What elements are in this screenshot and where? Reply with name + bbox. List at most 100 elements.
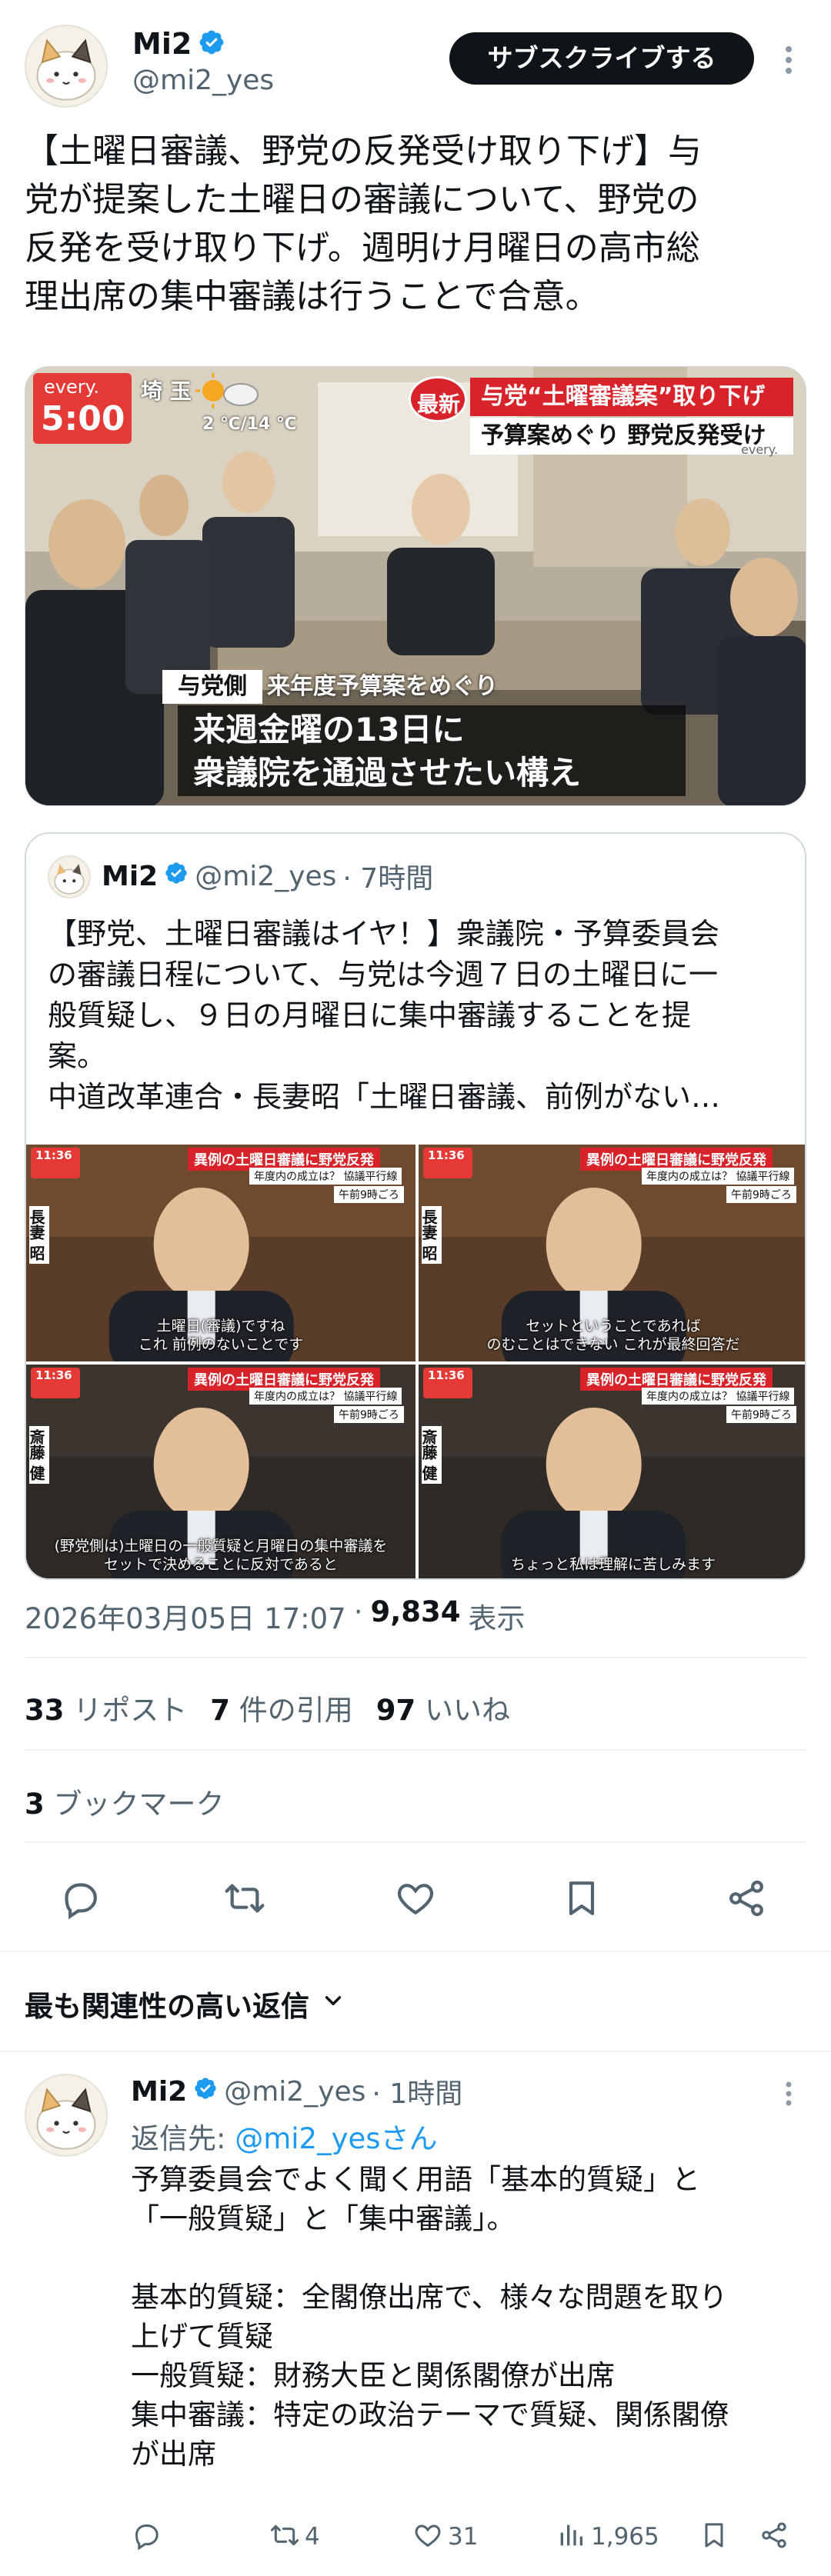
reply-timestamp[interactable]: · 1時間 [372, 2071, 462, 2111]
more-dots-icon[interactable] [777, 2078, 800, 2109]
channel-logo-text: every. [44, 376, 100, 398]
like-icon[interactable] [394, 1877, 437, 1923]
caption-main: 来週金曜の13日に 衆議院を通過させたい構え [178, 705, 686, 796]
frame-subbanner: 年度内の成立は？ 協議平行線 [642, 1388, 795, 1405]
tweet-meta: 2026年03月05日 17:07 · 9,834 表示 [25, 1595, 526, 1637]
tweet-media-image[interactable]: every. 5:00 埼 玉 2 ℃/14 ℃ 最新 与党“土曜審議案”取り下… [25, 366, 806, 806]
frame-time-badge: 11:36 [423, 1148, 472, 1178]
reply-repost-button[interactable]: 4 [269, 2520, 320, 2554]
more-dots-icon[interactable] [777, 37, 800, 83]
reply-icon[interactable] [131, 2520, 162, 2554]
reply-author-handle[interactable]: @mi2_yes [224, 2076, 365, 2108]
breaking-badge: 最新 [409, 376, 467, 422]
frame-speaker-name: 長妻 昭 [419, 1206, 442, 1264]
like-stat[interactable]: 97 いいね [376, 1687, 510, 1728]
caption-subheading: 来年度予算案をめぐり [267, 673, 498, 700]
author-name[interactable]: Mi2 [132, 27, 192, 61]
repost-icon [269, 2520, 300, 2554]
quote-author-avatar[interactable] [48, 855, 91, 898]
reply-to-prefix: 返信先: [131, 2122, 235, 2155]
quote-media-frame[interactable]: 11:36 異例の土曜日審議に野党反発 年度内の成立は？ 協議平行線 午前9時ご… [26, 1145, 416, 1361]
frame-subbanner: 年度内の成立は？ 協議平行線 [642, 1168, 795, 1185]
reply-views-button[interactable]: 1,965 [556, 2520, 659, 2554]
reply-like-button[interactable]: 31 [412, 2520, 478, 2554]
reply-to-handle[interactable]: @mi2_yesさん [235, 2122, 437, 2155]
quote-author-name[interactable]: Mi2 [102, 861, 158, 892]
quote-text: 【野党、土曜日審議はイヤ！】衆議院・予算委員会 の審議日程について、与党は今週７… [48, 917, 721, 1114]
broadcast-time: 5:00 [41, 399, 125, 438]
meta-separator: · [353, 1595, 363, 1628]
frame-subbanner: 年度内の成立は？ 協議平行線 [249, 1168, 402, 1185]
frame-speaker-name: 長妻 昭 [27, 1206, 49, 1264]
view-count: 9,834 [370, 1595, 461, 1628]
divider [0, 2051, 831, 2052]
caption-line-1: 来週金曜の13日に [193, 711, 465, 748]
frame-time: 11:36 [35, 1148, 72, 1162]
quote-count: 7 [210, 1694, 231, 1727]
frame-clock: 午前9時ごろ [334, 1406, 404, 1423]
repost-icon[interactable] [223, 1877, 266, 1923]
frame-subtitle: 土曜日(審議)ですね これ 前例のないことです [138, 1318, 304, 1353]
caption-line-2: 衆議院を通過させたい構え [193, 754, 582, 791]
author-avatar[interactable] [25, 25, 108, 108]
divider [25, 1841, 806, 1843]
reply-view-count: 1,965 [591, 2523, 659, 2551]
frame-time: 11:36 [428, 1148, 465, 1162]
reply-repost-count: 4 [305, 2523, 320, 2551]
quote-stat[interactable]: 7 件の引用 [210, 1687, 353, 1728]
author-handle[interactable]: @mi2_yes [132, 65, 274, 96]
quote-header: Mi2 @mi2_yes · 7時間 [102, 857, 433, 895]
frame-subbanner: 年度内の成立は？ 協議平行線 [249, 1388, 402, 1405]
frame-speaker-name: 斎藤 健 [27, 1426, 49, 1484]
quote-label: 件の引用 [239, 1694, 353, 1727]
quote-timestamp[interactable]: · 7時間 [342, 856, 433, 896]
channel-logo-badge: every. 5:00 [33, 373, 132, 444]
reply-author-name[interactable]: Mi2 [131, 2076, 187, 2108]
author-name-row: Mi2 [132, 25, 225, 63]
bookmark-stat[interactable]: 3 ブックマーク [25, 1781, 225, 1822]
frame-clock: 午前9時ごろ [726, 1406, 796, 1423]
chevron-down-icon [320, 1988, 346, 2021]
verified-badge-icon [164, 861, 189, 892]
reply-icon[interactable] [58, 1877, 102, 1923]
tweet-timestamp[interactable]: 2026年03月05日 17:07 [25, 1595, 346, 1637]
cat-avatar-image [26, 2075, 106, 2155]
quote-media-frame[interactable]: 11:36 異例の土曜日審議に野党反発 年度内の成立は？ 協議平行線 午前9時ご… [26, 1365, 416, 1578]
bookmark-icon[interactable] [560, 1877, 603, 1923]
quote-author-handle[interactable]: @mi2_yes [195, 861, 336, 892]
frame-time: 11:36 [35, 1368, 72, 1382]
reply-text: 予算委員会でよく聞く用語「基本的質疑」と 「一般質疑」と「集中審議」。 基本的質… [131, 2163, 729, 2471]
like-icon [412, 2520, 443, 2554]
frame-time-badge: 11:36 [423, 1368, 472, 1398]
reply-author-avatar[interactable] [25, 2074, 108, 2157]
repost-count: 33 [25, 1694, 65, 1727]
frame-time-badge: 11:36 [31, 1148, 80, 1178]
verified-badge-icon [198, 28, 225, 59]
share-icon[interactable] [725, 1877, 768, 1923]
breaking-badge-text: 最新 [417, 392, 461, 417]
cat-avatar-image [49, 857, 89, 897]
reply-to-line: 返信先: @mi2_yesさん [131, 2115, 438, 2157]
weather-location: 埼 玉 [141, 378, 192, 404]
repost-stat[interactable]: 33 リポスト [25, 1687, 187, 1728]
frame-clock: 午前9時ごろ [726, 1186, 796, 1203]
divider [25, 1657, 806, 1658]
sunny-cloudy-icon [192, 372, 261, 413]
quote-media-grid[interactable]: 11:36 異例の土曜日審議に野党反発 年度内の成立は？ 協議平行線 午前9時ご… [26, 1145, 805, 1578]
share-icon[interactable] [759, 2520, 789, 2554]
like-count: 97 [375, 1694, 416, 1727]
divider [25, 1749, 806, 1751]
reply-sort-dropdown[interactable]: 最も関連性の高い返信 [25, 1983, 346, 2024]
bookmark-icon[interactable] [699, 2520, 729, 2554]
reply-sort-label: 最も関連性の高い返信 [25, 1990, 309, 2023]
repost-label: リポスト [73, 1694, 188, 1727]
quote-media-frame[interactable]: 11:36 異例の土曜日審議に野党反発 年度内の成立は？ 協議平行線 午前9時ご… [419, 1145, 805, 1361]
quoted-tweet-card[interactable]: Mi2 @mi2_yes · 7時間 【野党、土曜日審議はイヤ！】衆議院・予算委… [25, 832, 806, 1580]
reply-like-count: 31 [448, 2523, 479, 2551]
frame-clock: 午前9時ごろ [334, 1186, 404, 1203]
view-label: 表示 [468, 1602, 526, 1635]
subscribe-button[interactable]: サブスクライブする [449, 32, 754, 85]
divider [0, 1951, 831, 1952]
quote-media-frame[interactable]: 11:36 異例の土曜日審議に野党反発 年度内の成立は？ 協議平行線 午前9時ご… [419, 1365, 805, 1578]
reply-header: Mi2 @mi2_yes · 1時間 [131, 2072, 462, 2111]
